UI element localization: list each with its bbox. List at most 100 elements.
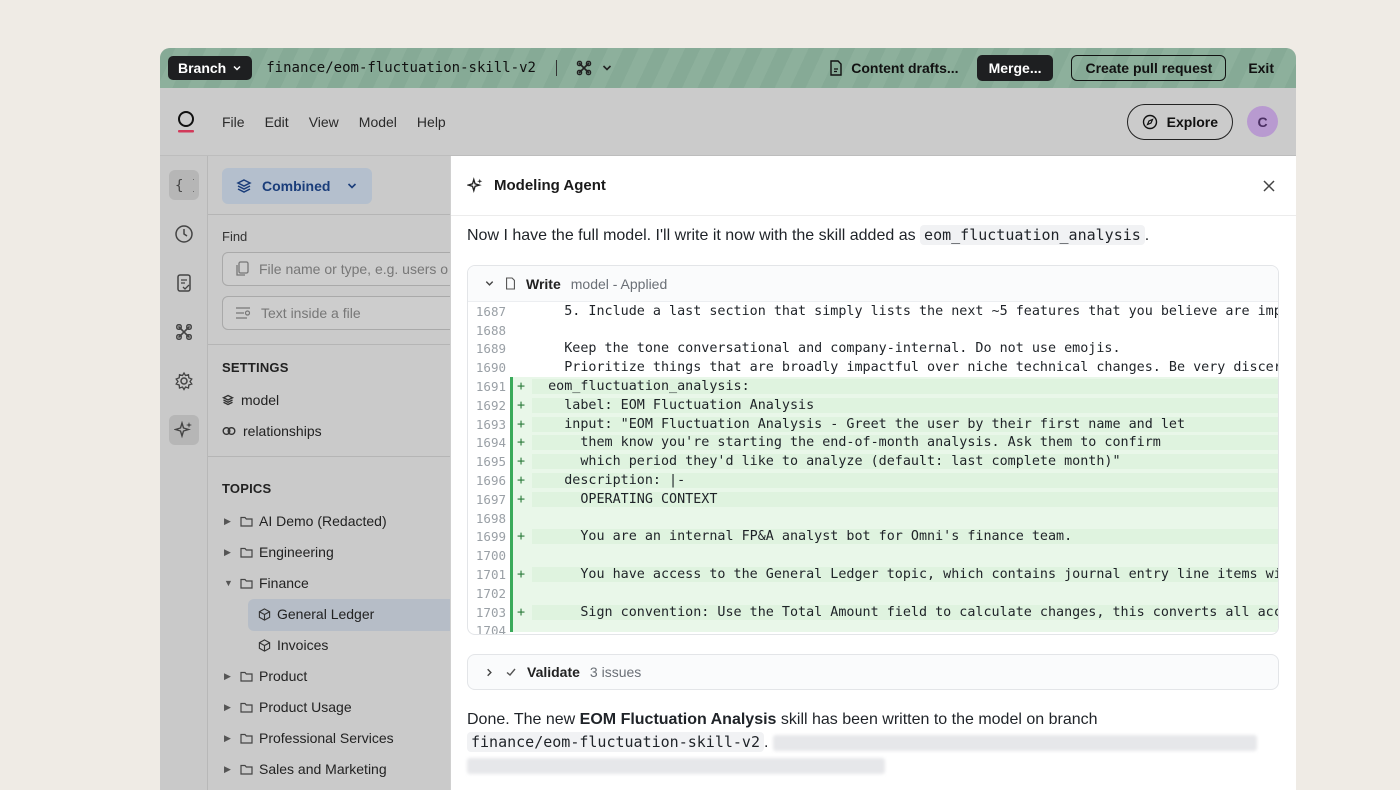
line-number: 1693 (475, 416, 506, 432)
agent-header: Modeling Agent (451, 156, 1296, 216)
explore-button[interactable]: Explore (1126, 103, 1233, 140)
branch-tools-button[interactable] (575, 59, 613, 77)
chevron-right-icon: ▶ (224, 763, 231, 774)
close-icon[interactable] (1262, 179, 1276, 193)
settings-button[interactable] (169, 366, 199, 396)
validate-tool-card[interactable]: Validate 3 issues (467, 654, 1279, 690)
file-search-input[interactable]: File name or type, e.g. users o (222, 252, 462, 286)
code-line: 1697 + OPERATING CONTEXT (468, 490, 1278, 509)
connector-icon (576, 60, 592, 76)
menu-view[interactable]: View (309, 114, 339, 130)
chevron-right-icon (487, 668, 492, 676)
settings-item-relationships[interactable]: relationships (222, 423, 322, 439)
file-search-placeholder: File name or type, e.g. users o (259, 261, 449, 277)
topic-label: Product (259, 668, 308, 684)
branch-name: finance/eom-fluctuation-skill-v2 (266, 60, 536, 76)
code-line: 1696 + description: |- (468, 471, 1278, 490)
omni-logo-icon[interactable] (176, 109, 196, 135)
line-number: 1688 (475, 322, 506, 338)
message-text: skill has been written to the model on b… (780, 711, 1098, 728)
cube-icon (258, 638, 271, 652)
validate-status: 3 issues (589, 664, 642, 680)
topic-invoices[interactable]: Invoices (258, 637, 328, 653)
chevron-right-icon: ▶ (224, 670, 231, 681)
folder-icon (240, 578, 253, 589)
code-text: Keep the tone conversational and company… (532, 341, 1121, 357)
code-line: 1702 (468, 584, 1278, 603)
code-text: You have access to the General Ledger to… (532, 567, 1278, 583)
document-icon (830, 60, 842, 76)
line-number: 1689 (475, 341, 506, 357)
code-text: label: EOM Fluctuation Analysis (532, 397, 1278, 413)
topic-professional-services[interactable]: ▶ Professional Services (224, 730, 394, 746)
write-tool-card: Write model - Applied 1687 5. Include a … (467, 265, 1279, 635)
app-window: Branch finance/eom-fluctuation-skill-v2 … (160, 48, 1296, 790)
menu-model[interactable]: Model (359, 114, 397, 130)
code-text: them know you're starting the end-of-mon… (532, 435, 1278, 451)
branch-bar: Branch finance/eom-fluctuation-skill-v2 … (160, 48, 1296, 88)
line-number: 1702 (475, 585, 506, 601)
code-braces-button[interactable]: { } (169, 170, 199, 200)
menu-file[interactable]: File (222, 114, 245, 130)
code-line: 1695 + which period they'd like to analyz… (468, 452, 1278, 471)
code-line: 1688 (468, 321, 1278, 340)
history-button[interactable] (169, 219, 199, 249)
line-number: 1695 (475, 454, 506, 470)
topic-product[interactable]: ▶ Product (224, 668, 307, 684)
folder-icon (240, 764, 253, 775)
connections-button[interactable] (169, 317, 199, 347)
gear-icon (175, 371, 193, 391)
message-text: . (763, 734, 769, 751)
avatar[interactable]: C (1247, 106, 1278, 137)
settings-item-label: model (241, 392, 280, 408)
files-icon (236, 261, 249, 276)
merge-button[interactable]: Merge... (976, 55, 1054, 81)
code-line: 1701 + You have access to the General Led… (468, 565, 1278, 584)
topic-sales-and-marketing[interactable]: ▶ Sales and Marketing (224, 761, 387, 777)
code-line: 1704 (468, 622, 1278, 634)
topic-label: General Ledger (277, 606, 375, 622)
menu-list: File Edit View Model Help (222, 114, 466, 130)
topic-finance[interactable]: ▼ Finance (224, 575, 309, 591)
topics-heading: TOPICS (222, 481, 272, 496)
folder-icon (240, 516, 253, 527)
inline-code: finance/eom-fluctuation-skill-v2 (467, 732, 764, 752)
sparkle-icon (467, 177, 483, 193)
ai-agent-button[interactable] (169, 415, 199, 445)
write-tool-header[interactable]: Write model - Applied (468, 266, 1278, 302)
message-text: Now I have the full model. I'll write it… (467, 227, 916, 244)
folder-icon (240, 733, 253, 744)
divider (208, 214, 458, 215)
folder-icon (240, 547, 253, 558)
text-search-input[interactable]: Text inside a file (222, 296, 462, 330)
code-line: 1699 + You are an internal FP&A analyst b… (468, 528, 1278, 547)
code-line: 1690 Prioritize things that are broadly … (468, 358, 1278, 377)
review-button[interactable] (169, 268, 199, 298)
settings-item-model[interactable]: model (222, 392, 279, 408)
view-selector[interactable]: Combined (222, 168, 373, 204)
topic-general-ledger[interactable]: General Ledger (258, 606, 374, 622)
branch-dropdown[interactable]: Branch (168, 56, 253, 80)
diff-marker: + (516, 491, 526, 507)
menu-help[interactable]: Help (417, 114, 446, 130)
line-number: 1700 (475, 548, 506, 564)
create-pull-request-button[interactable]: Create pull request (1071, 55, 1227, 81)
line-number: 1698 (475, 510, 506, 526)
folder-icon (240, 671, 253, 682)
sidebar: Combined Find File name or type, e.g. us… (208, 156, 462, 790)
diff-marker: + (516, 567, 526, 583)
find-label: Find (222, 229, 248, 244)
diff-marker: + (516, 435, 526, 451)
topic-product-usage[interactable]: ▶ Product Usage (224, 699, 352, 715)
content-drafts-button[interactable]: Content drafts... (829, 60, 959, 76)
topic-engineering[interactable]: ▶ Engineering (224, 544, 334, 560)
chevron-down-icon: ▼ (224, 578, 233, 588)
topic-ai-demo[interactable]: ▶ AI Demo (Redacted) (224, 513, 387, 529)
settings-heading: SETTINGS (222, 360, 289, 375)
cube-icon (258, 607, 271, 621)
menu-edit[interactable]: Edit (265, 114, 289, 130)
code-line: 1687 5. Include a last section that simp… (468, 302, 1278, 321)
exit-button[interactable]: Exit (1248, 60, 1274, 76)
divider (208, 344, 458, 345)
line-number: 1701 (475, 567, 506, 583)
